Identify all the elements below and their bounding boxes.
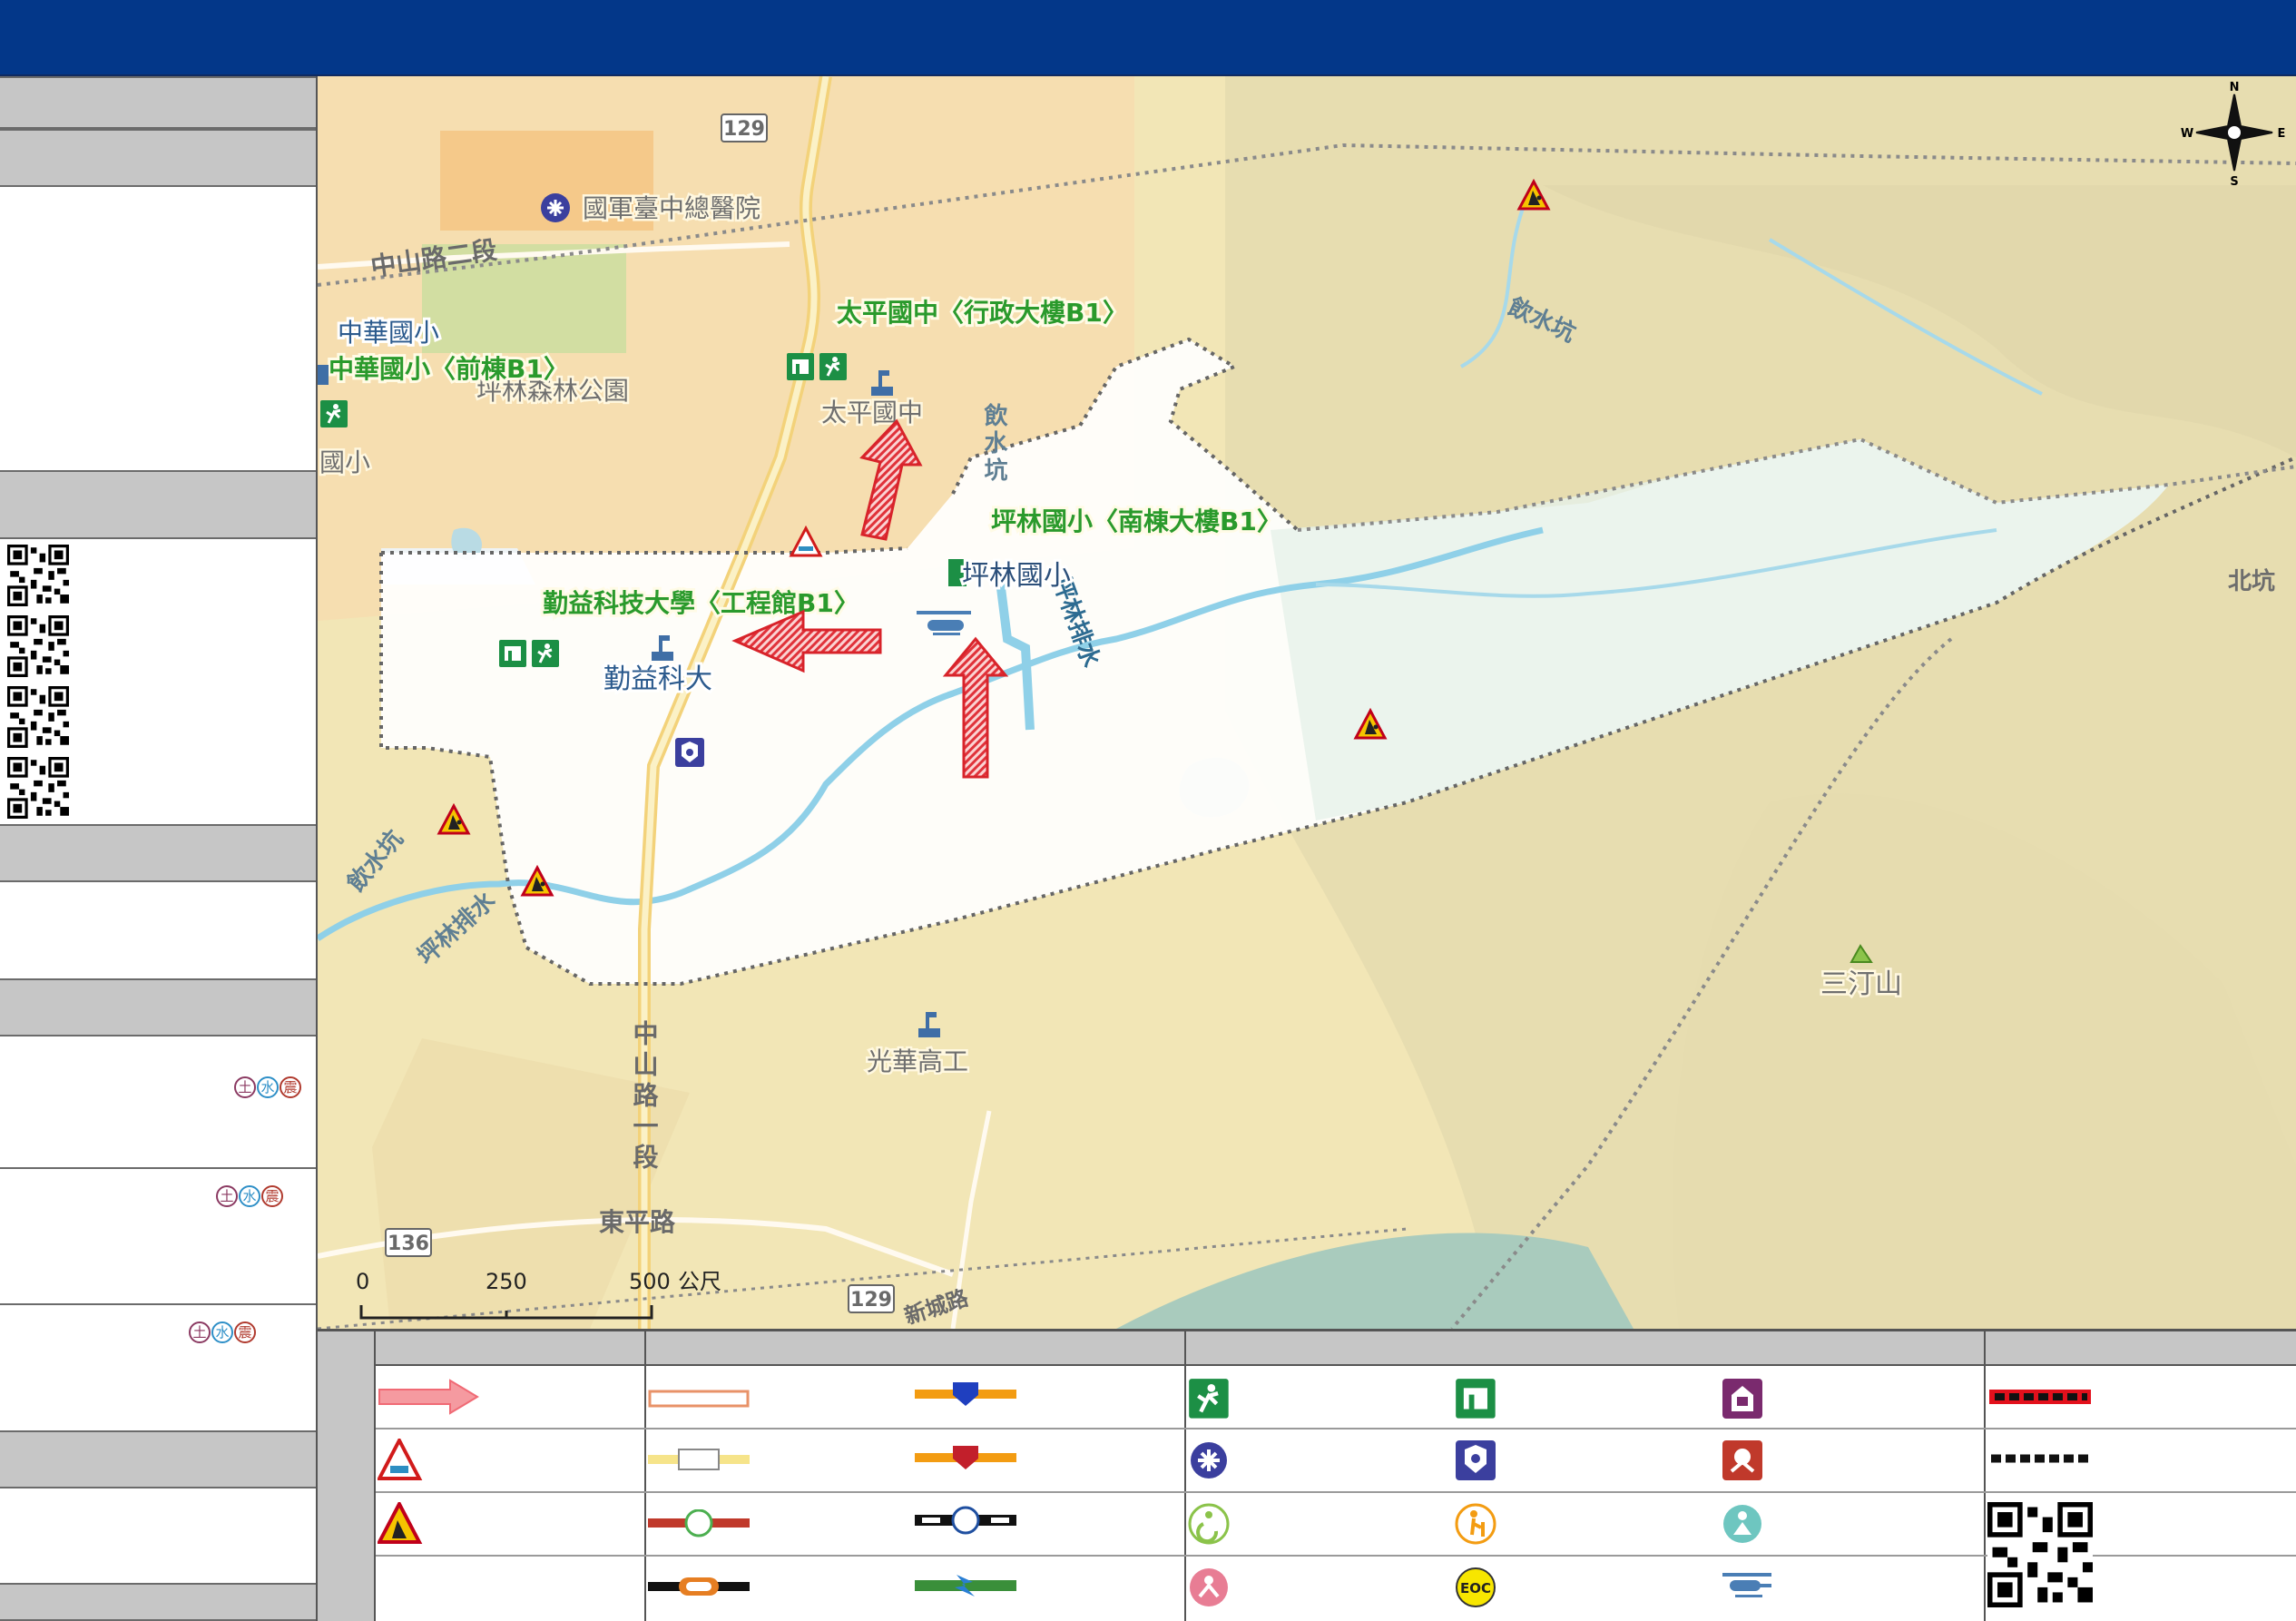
- fire-station-symbol: [1722, 1379, 1762, 1419]
- high-speed-rail-symbol: [915, 1575, 1016, 1596]
- railway-symbol: [915, 1506, 1016, 1535]
- hazard-badges: 土 水 震: [189, 1321, 256, 1343]
- map-canvas: 129 136 129 中山路二段 中山路一段 東平路 新城路 飲水坑 飲水坑 …: [318, 76, 2296, 1329]
- zhonghua-es-label: 中華國小: [338, 318, 439, 348]
- hazard-badges: 土 水 震: [234, 1076, 301, 1098]
- evacuation-map[interactable]: 129 136 129 中山路二段 中山路一段 東平路 新城路 飲水坑 飲水坑 …: [318, 76, 2296, 1329]
- national-highway-symbol: [915, 1382, 1016, 1406]
- provincial-highway-symbol: [915, 1446, 1016, 1469]
- hospital-symbol: [1191, 1442, 1227, 1479]
- legend-side-header: [318, 1331, 376, 1621]
- compass-w: W: [2181, 127, 2193, 141]
- legend-qr-code[interactable]: [1987, 1502, 2093, 1607]
- map-legend: EOC: [318, 1329, 2296, 1621]
- hospital-icon: [541, 193, 570, 222]
- shelter-label-taiping: 太平國中〈行政大樓B1〉: [837, 298, 1128, 328]
- school-fragment-label: 國小: [319, 447, 370, 477]
- yinshui-keng-label: 飲水坑: [980, 402, 1008, 485]
- mountain-label: 三汀山: [1820, 968, 1902, 1000]
- flood-badge: 水: [211, 1321, 233, 1343]
- qr-code[interactable]: [7, 686, 69, 748]
- building-outline-symbol: [648, 1390, 750, 1408]
- school-icon: [318, 365, 329, 385]
- bei-keng-label: 北坑: [2228, 567, 2275, 595]
- zhongshan-1-label: 中山路一段: [630, 1020, 660, 1174]
- social-welfare-symbol: [1723, 1505, 1761, 1543]
- shelter-label-zhonghua: 中華國小〈前棟B1〉: [329, 354, 569, 384]
- shelter-icon: [499, 640, 526, 667]
- sidebar-header-7: [0, 1583, 316, 1621]
- taiping-jh-label: 太平國中: [821, 398, 923, 427]
- scale-unit: 公尺: [678, 1269, 721, 1294]
- evacuation-site-symbol: [1187, 1377, 1232, 1422]
- sidebar-divider: [0, 1303, 316, 1305]
- info-sidebar: 土 水 震 土 水 震 土 水 震: [0, 76, 318, 1621]
- sidebar-header-3: [0, 470, 316, 539]
- sidebar-header-5: [0, 978, 316, 1036]
- legend-divider: [1984, 1331, 1986, 1621]
- police-station-icon: [675, 738, 704, 767]
- sidebar-header-1: [0, 76, 316, 129]
- route-129-label: 129: [723, 118, 765, 141]
- evacuation-point-icon: [530, 638, 561, 669]
- helicopter-symbol: [1722, 1573, 1771, 1597]
- hazard-badges: 土 水 震: [216, 1185, 283, 1207]
- earthquake-badge: 震: [261, 1185, 283, 1207]
- provincial-road-symbol: [648, 1449, 750, 1470]
- compass-n: N: [2230, 81, 2240, 94]
- village-boundary-symbol: [1991, 1454, 2089, 1463]
- landslide-badge: 土: [216, 1185, 238, 1207]
- route-129-label: 129: [850, 1289, 892, 1312]
- qr-code[interactable]: [7, 545, 69, 606]
- flood-badge: 水: [257, 1076, 279, 1098]
- evacuation-point-icon: [818, 351, 849, 382]
- route-136-label: 136: [388, 1233, 429, 1255]
- eoc-symbol: EOC: [1456, 1567, 1496, 1607]
- shelter-label-pinglin: 坪林國小〈南棟大樓B1〉: [991, 506, 1282, 536]
- sidebar-header-4: [0, 824, 316, 882]
- legend-row-line: [376, 1428, 2296, 1429]
- police-symbol: [1456, 1440, 1496, 1480]
- pinglin-es-label: 坪林國小: [962, 560, 1071, 592]
- legend-divider: [1184, 1331, 1186, 1621]
- flood-warning-symbol: [378, 1439, 423, 1480]
- park-road-symbol: [648, 1509, 750, 1537]
- eoc-label: EOC: [1460, 1580, 1491, 1596]
- childcare-symbol: [1190, 1568, 1228, 1606]
- sidebar-header-6: [0, 1430, 316, 1488]
- rockfall-warning-symbol: [378, 1502, 423, 1544]
- shelter-label-chinyi: 勤益科技大學〈工程館B1〉: [543, 588, 859, 618]
- scale-tick-250: 250: [486, 1269, 527, 1294]
- evacuation-route-symbol: [378, 1379, 479, 1415]
- landslide-badge: 土: [234, 1076, 256, 1098]
- chinyi-univ-label: 勤益科大: [603, 663, 712, 695]
- sidebar-header-2: [0, 129, 316, 187]
- scale-tick-0: 0: [356, 1269, 369, 1294]
- sidebar-divider: [0, 1167, 316, 1169]
- earthquake-badge: 震: [234, 1321, 256, 1343]
- title-bar: [0, 0, 2296, 76]
- qr-code[interactable]: [7, 757, 69, 819]
- dongping-road-label: 東平路: [599, 1207, 676, 1237]
- qr-code[interactable]: [7, 615, 69, 677]
- scale-tick-500: 500: [629, 1269, 671, 1294]
- disabled-care-symbol: [1188, 1503, 1230, 1545]
- shelter-symbol: [1456, 1379, 1496, 1419]
- compass-e: E: [2278, 127, 2286, 141]
- shelter-icon: [787, 353, 814, 380]
- flood-badge: 水: [239, 1185, 260, 1207]
- landslide-badge: 土: [189, 1321, 211, 1343]
- fire-department-symbol: [1722, 1440, 1762, 1480]
- elderly-care-symbol: [1455, 1503, 1496, 1545]
- evacuation-point-icon: [319, 398, 349, 429]
- district-boundary-symbol: [1989, 1390, 2091, 1404]
- legend-header-row: [376, 1331, 2296, 1366]
- compass-s: S: [2230, 175, 2238, 189]
- hospital-label: 國軍臺中總醫院: [583, 193, 760, 223]
- earthquake-badge: 震: [280, 1076, 301, 1098]
- legend-row-line: [376, 1491, 2296, 1493]
- county-road-symbol: [648, 1577, 750, 1596]
- guanghua-vs-label: 光華高工: [867, 1046, 968, 1076]
